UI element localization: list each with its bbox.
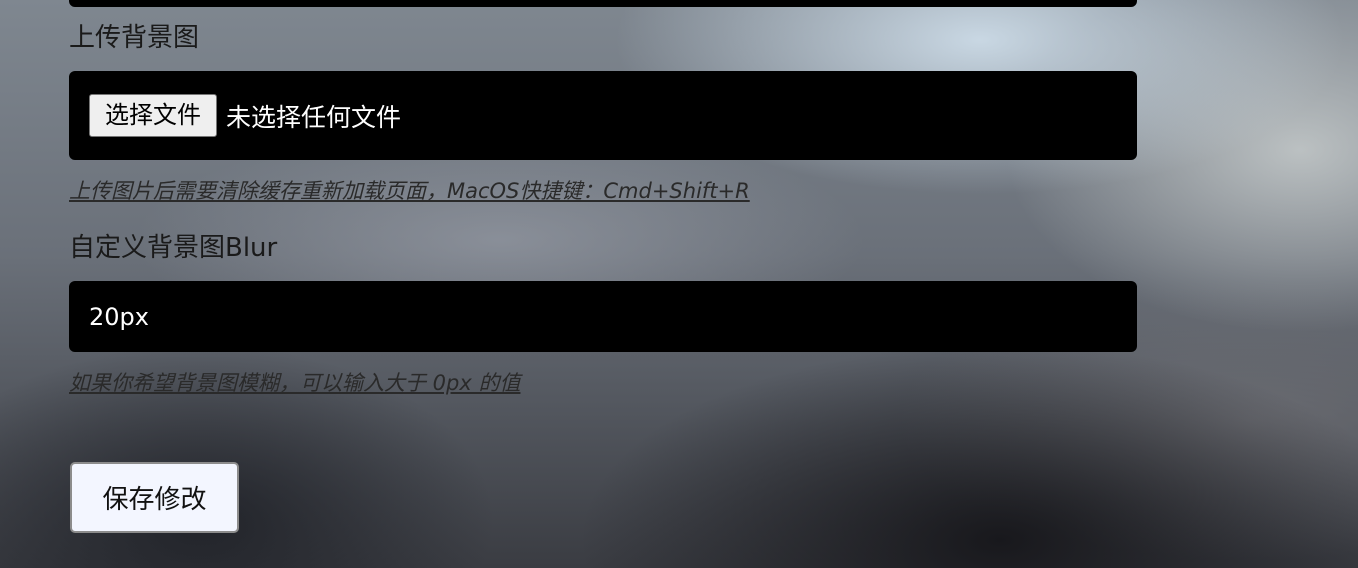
file-status-text: 未选择任何文件: [226, 102, 402, 132]
background-blur-label: 自定义背景图Blur: [69, 233, 278, 263]
settings-form: 上传背景图 选择文件 未选择任何文件 上传图片后需要清除缓存重新加载页面，Mac…: [0, 0, 1358, 568]
blur-hint: 如果你希望背景图模糊，可以输入大于 0px 的值: [69, 371, 521, 395]
choose-file-button[interactable]: 选择文件: [89, 94, 217, 137]
background-file-field: 选择文件 未选择任何文件: [69, 71, 1137, 160]
background-blur-field: [69, 281, 1137, 352]
background-blur-input[interactable]: [89, 302, 1137, 331]
save-button[interactable]: 保存修改: [70, 462, 239, 533]
upload-background-label: 上传背景图: [69, 23, 200, 53]
upload-hint: 上传图片后需要清除缓存重新加载页面，MacOS快捷键：Cmd+Shift+R: [69, 179, 750, 203]
previous-field-edge: [69, 0, 1137, 7]
